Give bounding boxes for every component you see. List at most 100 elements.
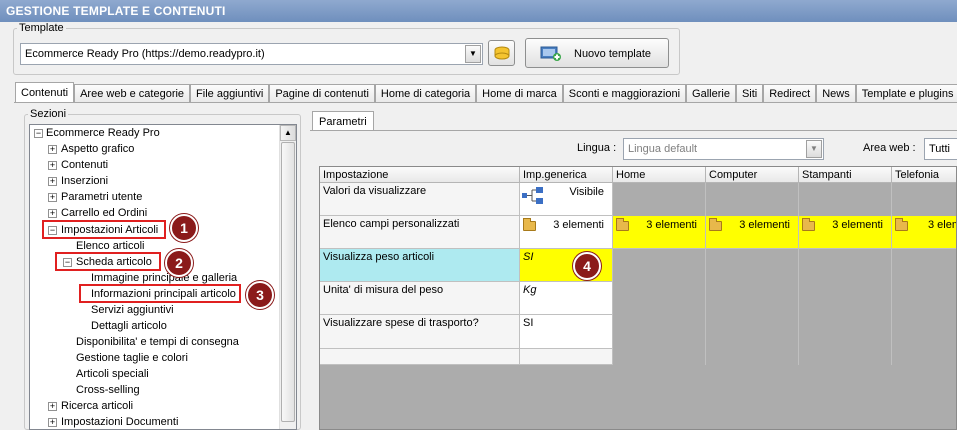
row-setting-valori[interactable]: Valori da visualizzare (320, 183, 520, 216)
elenco-home-value: 3 elementi (646, 219, 697, 231)
row-home-elenco-campi[interactable]: 3 elementi (613, 216, 706, 249)
highlight-scheda-articolo (55, 252, 161, 271)
row-telefonia-elenco-campi[interactable]: 3 elementi (892, 216, 956, 249)
sezioni-tree[interactable]: − Ecommerce Ready Pro + Aspetto grafico … (29, 124, 297, 430)
lingua-select-value: Lingua default (628, 143, 698, 155)
column-header-telefonia[interactable]: Telefonia (892, 167, 956, 183)
tab-home-marca[interactable]: Home di marca (476, 84, 563, 103)
template-group-label: Template (17, 22, 66, 34)
tab-file-aggiuntivi[interactable]: File aggiuntivi (190, 84, 270, 103)
row-setting-peso[interactable]: Visualizza peso articoli (320, 249, 520, 282)
tree-item-parametri-utente[interactable]: Parametri utente (61, 190, 142, 205)
tab-aree-web[interactable]: Aree web e categorie (74, 84, 191, 103)
template-db-button[interactable] (488, 40, 515, 66)
row-generic-valori[interactable]: Visibile (520, 183, 613, 216)
tree-item-contenuti[interactable]: Contenuti (61, 158, 108, 173)
tree-scrollbar[interactable]: ▲ (279, 125, 296, 429)
tree-item-impostazioni-documenti[interactable]: Impostazioni Documenti (61, 415, 178, 429)
telefonia-column-bg (892, 183, 956, 365)
area-web-select-value: Tutti (929, 143, 950, 155)
column-header-generic[interactable]: Imp.generica (520, 167, 613, 183)
template-select-value: Ecommerce Ready Pro (https://demo.readyp… (25, 48, 265, 60)
row-setting-elenco-campi[interactable]: Elenco campi personalizzati (320, 216, 520, 249)
column-header-computer[interactable]: Computer (706, 167, 799, 183)
row-setting-empty (320, 349, 520, 365)
tree-item-taglie-colori[interactable]: Gestione taglie e colori (76, 351, 188, 366)
expand-icon[interactable]: + (48, 193, 57, 202)
column-header-stampanti[interactable]: Stampanti (799, 167, 892, 183)
tree-item-inserzioni[interactable]: Inserzioni (61, 174, 108, 189)
tree-item-aspetto-grafico[interactable]: Aspetto grafico (61, 142, 134, 157)
stampanti-column-bg (799, 183, 892, 365)
database-icon (494, 46, 510, 60)
expand-icon[interactable]: + (48, 209, 57, 218)
step-badge-4: 4 (573, 252, 601, 280)
new-template-label: Nuovo template (574, 48, 652, 60)
tab-parametri[interactable]: Parametri (312, 111, 374, 131)
tab-news[interactable]: News (816, 84, 856, 103)
column-header-home[interactable]: Home (613, 167, 706, 183)
tab-pagine-contenuti[interactable]: Pagine di contenuti (269, 84, 375, 103)
expand-icon[interactable]: + (48, 418, 57, 427)
chevron-down-icon[interactable]: ▼ (806, 140, 822, 158)
valori-value: Visibile (569, 186, 604, 198)
expand-icon[interactable]: + (48, 177, 57, 186)
area-web-label: Area web : (863, 142, 916, 154)
area-web-select[interactable]: Tutti (924, 138, 957, 160)
tab-redirect[interactable]: Redirect (763, 84, 817, 103)
parametri-grid: Impostazione Imp.generica Home Computer … (319, 166, 957, 430)
row-computer-elenco-campi[interactable]: 3 elementi (706, 216, 799, 249)
folder-icon (802, 218, 815, 231)
row-setting-spese[interactable]: Visualizzare spese di trasporto? (320, 315, 520, 349)
elenco-computer-value: 3 elementi (739, 219, 790, 231)
row-generic-unita[interactable]: Kg (520, 282, 613, 315)
tab-sconti[interactable]: Sconti e maggiorazioni (562, 84, 687, 103)
collapse-icon[interactable]: − (34, 129, 43, 138)
tab-template-plugins[interactable]: Template e plugins (855, 84, 957, 103)
template-select[interactable]: Ecommerce Ready Pro (https://demo.readyp… (20, 43, 483, 65)
chevron-down-icon[interactable]: ▼ (465, 45, 481, 63)
expand-icon[interactable]: + (48, 145, 57, 154)
tab-gallerie[interactable]: Gallerie (686, 84, 736, 103)
tree-item-ricerca-articoli[interactable]: Ricerca articoli (61, 399, 133, 414)
lingua-label: Lingua : (577, 142, 617, 154)
lingua-select[interactable]: Lingua default ▼ (623, 138, 824, 160)
folder-icon (709, 218, 722, 231)
tree-item-disponibilita[interactable]: Disponibilita' e tempi di consegna (76, 335, 239, 350)
folder-icon (616, 218, 629, 231)
tab-home-categoria[interactable]: Home di categoria (374, 84, 477, 103)
row-setting-unita[interactable]: Unita' di misura del peso (320, 282, 520, 315)
row-stampanti-elenco-campi[interactable]: 3 elementi (799, 216, 892, 249)
step-badge-1: 1 (170, 214, 198, 242)
step-badge-2: 2 (165, 249, 193, 277)
tree-item-dettagli-articolo[interactable]: Dettagli articolo (91, 319, 167, 334)
tree-item-servizi-aggiuntivi[interactable]: Servizi aggiuntivi (91, 303, 174, 318)
highlight-impostazioni-articoli (42, 220, 166, 239)
step-badge-3: 3 (246, 281, 274, 309)
tree-item-cross-selling[interactable]: Cross-selling (76, 383, 140, 398)
highlight-informazioni-principali (79, 284, 241, 303)
folder-icon (895, 218, 908, 231)
computer-column-bg (706, 183, 799, 365)
tree-structure-icon (522, 187, 543, 204)
sezioni-label: Sezioni (28, 108, 69, 120)
window-title: GESTIONE TEMPLATE E CONTENUTI (0, 0, 957, 22)
scroll-up-icon[interactable]: ▲ (280, 125, 296, 141)
new-template-icon (540, 46, 561, 61)
tab-contenuti[interactable]: Contenuti (15, 82, 75, 103)
expand-icon[interactable]: + (48, 161, 57, 170)
tab-siti[interactable]: Siti (735, 84, 764, 103)
elenco-stampanti-value: 3 elementi (832, 219, 883, 231)
row-generic-empty (520, 349, 613, 365)
scroll-thumb[interactable] (281, 142, 295, 422)
row-generic-elenco-campi[interactable]: 3 elementi (520, 216, 613, 249)
row-generic-spese[interactable]: SI (520, 315, 613, 349)
new-template-button[interactable]: Nuovo template (525, 38, 669, 68)
folder-icon (523, 218, 536, 231)
column-header-impostazione[interactable]: Impostazione (320, 167, 520, 183)
elenco-telefonia-value: 3 elementi (928, 219, 956, 231)
tree-item-root[interactable]: Ecommerce Ready Pro (46, 126, 160, 141)
tree-item-articoli-speciali[interactable]: Articoli speciali (76, 367, 149, 382)
expand-icon[interactable]: + (48, 402, 57, 411)
tree-item-carrello-ordini[interactable]: Carrello ed Ordini (61, 206, 147, 221)
